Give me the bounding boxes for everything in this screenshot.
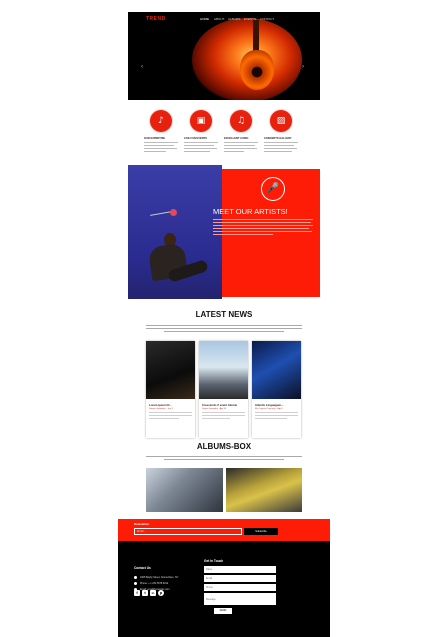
page: TREND HOME ABOUT ALBUMS EVENTS CONTACT ‹… [118, 12, 330, 637]
feature-audio: ♫ EXCELLENT AUDIO [224, 110, 264, 152]
guitar-image [240, 50, 274, 90]
footer: Contact Us 1905 Bayby Street, Somewhere,… [118, 541, 330, 637]
news-image [252, 341, 301, 399]
nav-home[interactable]: HOME [200, 17, 209, 21]
twitter-icon[interactable]: t [142, 590, 148, 596]
newsletter-email-input[interactable] [134, 528, 242, 535]
news-card-title[interactable]: Xdentis Linguagum... [255, 403, 301, 407]
news-card-title[interactable]: Lorem Ipsum D... [149, 403, 195, 407]
feature-circle: ♫ [230, 110, 252, 132]
headphones-icon: ♫ [236, 116, 246, 126]
news-card[interactable]: Crescendo Z event Alomei Daren Gonzalez … [199, 341, 248, 438]
news-card[interactable]: Lorem Ipsum D... Darren Gonzalez · Jun 1 [146, 341, 195, 438]
microphone-circle: 🎤 [261, 177, 285, 201]
news-title: LATEST NEWS [195, 310, 253, 319]
contact-title: Contact Us [134, 566, 151, 570]
news-card-title[interactable]: Crescendo Z event Alomei [202, 403, 248, 407]
guitar-neck [253, 20, 259, 54]
contact-address: 1905 Bayby Street, Somewhere, NY [134, 576, 178, 579]
news-card-meta: Daren Gonzalez · Apr 10 [202, 408, 227, 410]
news-card-meta: Mc Concert Concerts · Apr 6 [255, 408, 283, 410]
newsletter-label: Newsletter [134, 522, 150, 526]
albums-title: ALBUMS-BOX [196, 442, 252, 451]
slider-prev-icon[interactable]: ‹ [141, 64, 143, 70]
slider-next-icon[interactable]: › [302, 64, 304, 70]
flower-image [170, 209, 177, 216]
nav-about[interactable]: ABOUT [214, 17, 224, 21]
get-in-touch-title: Get In Touch [204, 559, 224, 563]
feature-title: EXCELLENT AUDIO [224, 137, 249, 140]
send-button[interactable]: SEND [214, 608, 232, 614]
feature-circle: ▨ [270, 110, 292, 132]
pinterest-icon[interactable]: p [158, 590, 164, 596]
phone-field[interactable] [204, 584, 276, 591]
artists-title: MEET OUR ARTISTS! [213, 207, 288, 216]
feature-circle: ▣ [190, 110, 212, 132]
artists-text [213, 217, 313, 235]
feature-title: OUR EXPERTISE [144, 137, 166, 140]
location-icon [134, 576, 137, 579]
feature-events: ▣ LIVE FUN EVENTS [184, 110, 224, 152]
news-subtitle [146, 323, 302, 332]
feature-title: CONCERTS GALLERY [264, 137, 292, 140]
albums-subtitle [146, 454, 302, 460]
hero-banner: TREND HOME ABOUT ALBUMS EVENTS CONTACT ‹… [128, 12, 320, 100]
email-field[interactable] [204, 575, 276, 582]
nav-albums[interactable]: ALBUMS [228, 17, 240, 21]
microphone-icon: 🎤 [266, 183, 280, 194]
wallet-icon: ▣ [196, 116, 206, 126]
contact-phone: Phone: + 1 234 5678 9012 [134, 582, 168, 585]
artist-photo [128, 165, 222, 299]
news-image [146, 341, 195, 399]
facebook-icon[interactable]: f [134, 590, 140, 596]
nav-events[interactable]: EVENTS [244, 17, 256, 21]
message-field[interactable] [204, 593, 276, 605]
news-card-meta: Darren Gonzalez · Jun 1 [149, 408, 173, 410]
album-image[interactable] [146, 468, 223, 512]
feature-gallery: ▨ CONCERTS GALLERY [264, 110, 304, 152]
music-note-icon: ♪ [158, 116, 164, 126]
news-card[interactable]: Xdentis Linguagum... Mc Concert Concerts… [252, 341, 301, 438]
newsletter-bar: Newsletter Subscribe [118, 519, 330, 541]
site-logo[interactable]: TREND [146, 16, 166, 22]
name-field[interactable] [204, 566, 276, 573]
nav-contact[interactable]: CONTACT [260, 17, 274, 21]
feature-expertise: ♪ OUR EXPERTISE [144, 110, 184, 152]
news-image [199, 341, 248, 399]
album-image[interactable] [226, 468, 302, 512]
subscribe-button[interactable]: Subscribe [244, 528, 278, 535]
gallery-icon: ▨ [276, 116, 286, 126]
phone-icon [134, 582, 137, 585]
linkedin-icon[interactable]: in [150, 590, 156, 596]
feature-circle: ♪ [150, 110, 172, 132]
feature-title: LIVE FUN EVENTS [184, 137, 207, 140]
